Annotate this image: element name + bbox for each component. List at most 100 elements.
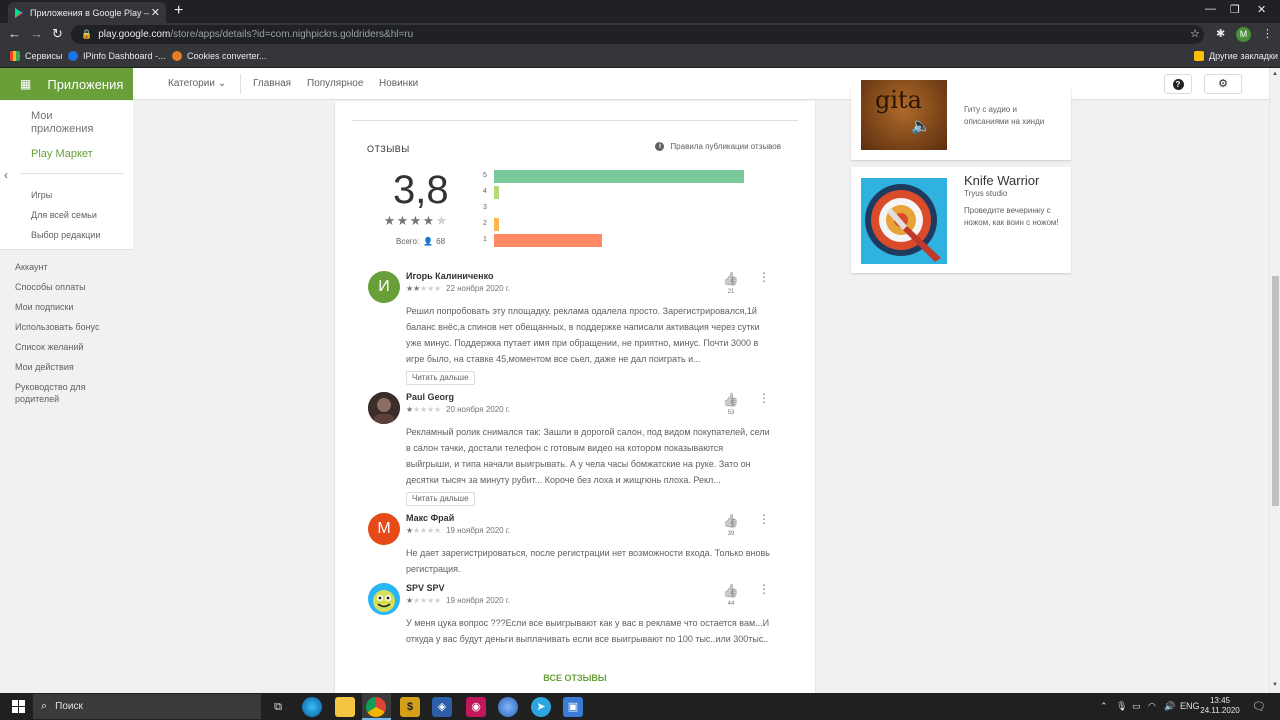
profile-avatar[interactable]: M [1236, 27, 1251, 42]
app-title[interactable]: Knife Warrior [964, 173, 1039, 188]
new-tab-button[interactable]: + [174, 2, 183, 20]
review-menu-icon[interactable]: ⋮ [758, 392, 770, 404]
url-path: /store/apps/details?id=com.nighpickrs.go… [170, 29, 414, 40]
review-date: 20 ноября 2020 г. [446, 405, 510, 414]
browser-tab[interactable]: Приложения в Google Play – Go ✕ [8, 2, 166, 23]
chrome-profile-icon[interactable] [498, 697, 518, 717]
reviewer-avatar: И [368, 271, 400, 303]
browser-tab-bar: Приложения в Google Play – Go ✕ + — ❐ ✕ [0, 0, 1280, 23]
bookmark-other[interactable]: Другие закладки [1194, 51, 1278, 61]
review-menu-icon[interactable]: ⋮ [758, 513, 770, 525]
extensions-icon[interactable]: ✱ [1216, 27, 1225, 40]
file-explorer-icon[interactable] [335, 697, 355, 717]
thumbs-up-icon[interactable]: 👍 [722, 392, 740, 408]
close-window-icon[interactable]: ✕ [1257, 3, 1266, 16]
battery-icon[interactable]: ▭ [1132, 701, 1141, 712]
chevron-left-icon[interactable]: ‹ [4, 168, 8, 182]
nav-new[interactable]: Новинки [379, 78, 418, 89]
bookmark-star-icon[interactable]: ☆ [1190, 27, 1200, 40]
volume-icon[interactable]: 🔊 [1164, 701, 1175, 712]
star-icon: ★ [427, 526, 435, 535]
app-icon-blue[interactable]: ▣ [563, 697, 583, 717]
search-icon: ⌕ [41, 700, 48, 712]
page-scrollbar[interactable]: ▲ ▼ [1269, 68, 1280, 693]
sidebar: Мои приложения Play Маркет Игры Для всей… [0, 101, 133, 249]
read-more-button[interactable]: Читать дальше [406, 492, 475, 506]
edge-icon[interactable] [302, 697, 322, 717]
scroll-up-icon[interactable]: ▲ [1272, 71, 1278, 77]
minimize-icon[interactable]: — [1205, 3, 1216, 15]
person-icon: 👤 [423, 237, 434, 246]
taskbar-search[interactable]: ⌕ Поиск [33, 694, 261, 719]
app-thumbnail[interactable] [861, 178, 947, 264]
back-icon[interactable]: ← [8, 26, 21, 42]
star-icon: ★ [413, 596, 421, 605]
app-thumbnail[interactable]: gita 🔈 [861, 80, 947, 150]
task-view-icon[interactable]: ⧉ [268, 697, 288, 717]
sidebar-item-family[interactable]: Для всей семьи [31, 210, 97, 220]
nav-popular[interactable]: Популярное [307, 78, 363, 89]
nav-categories[interactable]: Категории ⌄ [168, 78, 226, 89]
telegram-icon[interactable]: ➤ [531, 697, 551, 717]
sidebar-item-wishlist[interactable]: Список желаний [15, 341, 125, 353]
sidebar-item-parent-guide[interactable]: Руководство для родителей [15, 381, 125, 405]
reload-icon[interactable]: ↻ [52, 26, 63, 42]
virtualbox-icon[interactable]: ◈ [432, 697, 452, 717]
bookmark-cookies[interactable]: Cookies converter... [172, 51, 267, 61]
microphone-icon[interactable]: 🎙 [1116, 701, 1127, 712]
network-icon[interactable]: ◠ [1148, 701, 1156, 712]
review-item: Paul Georg ★ ★ ★ ★ ★ 20 ноября 2020 г. Рекламны… [368, 392, 788, 506]
review-menu-icon[interactable]: ⋮ [758, 271, 770, 283]
language-indicator[interactable]: ENG [1180, 701, 1200, 711]
apps-section-button[interactable]: ▦ Приложения [0, 68, 133, 100]
app-developer[interactable]: Tryus studio [964, 189, 1007, 198]
sidebar-play-market[interactable]: Play Маркет [31, 148, 93, 160]
thumbs-up-icon[interactable]: 👍 [722, 513, 740, 529]
tab-close-icon[interactable]: ✕ [151, 6, 160, 19]
sidebar-item-redeem[interactable]: Использовать бонус [15, 321, 125, 333]
tray-chevron-up-icon[interactable]: ⌃ [1100, 701, 1108, 712]
browser-menu-icon[interactable]: ⋮ [1262, 27, 1273, 40]
scroll-down-icon[interactable]: ▼ [1272, 682, 1278, 688]
app-icon-pink[interactable]: ◉ [466, 697, 486, 717]
nav-home[interactable]: Главная [253, 78, 291, 89]
omnibox[interactable]: 🔒 play.google.com /store/apps/details?id… [71, 25, 1204, 44]
dollar-app-icon[interactable]: $ [400, 697, 420, 717]
settings-button[interactable]: ⚙ [1204, 74, 1242, 94]
sidebar-my-apps[interactable]: Мои приложения [31, 110, 111, 136]
sidebar-item-games[interactable]: Игры [31, 190, 52, 200]
policy-label: Правила публикации отзывов [670, 142, 781, 151]
sidebar-item-subscriptions[interactable]: Мои подписки [15, 301, 125, 313]
app-card-knife-warrior[interactable]: Knife Warrior Tryus studio Проведите веч… [851, 167, 1071, 273]
thumbs-up-icon[interactable]: 👍 [722, 271, 740, 287]
sidebar-item-payment[interactable]: Способы оплаты [15, 281, 125, 293]
review-date: 19 ноября 2020 г. [446, 596, 510, 605]
taskbar-clock[interactable]: 13:45 24.11.2020 [1200, 696, 1240, 716]
read-more-button[interactable]: Читать дальше [406, 371, 475, 385]
all-reviews-button[interactable]: ВСЕ ОТЗЫВЫ [335, 673, 815, 683]
star-icon: ★ [406, 526, 414, 535]
sidebar-item-activity[interactable]: Мои действия [15, 361, 125, 373]
review-policy-link[interactable]: i Правила публикации отзывов [655, 142, 781, 151]
reviewer-avatar [368, 583, 400, 615]
windows-start-icon[interactable] [12, 700, 25, 713]
app-card-gita[interactable]: gita 🔈 Гиту с аудио и описаниями на хинд… [851, 80, 1071, 160]
scrollbar-thumb[interactable] [1272, 276, 1279, 506]
app-description: Гиту с аудио и описаниями на хинди [964, 105, 1045, 126]
clock-time: 13:45 [1209, 696, 1231, 705]
restore-icon[interactable]: ❐ [1230, 3, 1240, 16]
review-menu-icon[interactable]: ⋮ [758, 583, 770, 595]
notifications-icon[interactable]: 🗨 [1252, 700, 1266, 713]
url-host: play.google.com [98, 29, 171, 40]
chrome-icon[interactable] [366, 697, 386, 717]
gear-icon: ⚙ [1218, 78, 1228, 90]
sidebar-item-account[interactable]: Аккаунт [15, 261, 125, 273]
thumbs-up-icon[interactable]: 👍 [722, 583, 740, 599]
windows-taskbar: ⌕ Поиск ⧉ $ ◈ ◉ ➤ ▣ ⌃ 🎙 ▭ ◠ 🔊 ENG 13:45 … [0, 693, 1280, 720]
star-icon: ★ [435, 213, 448, 228]
forward-icon[interactable]: → [30, 26, 43, 42]
bookmark-ipinfo[interactable]: IPinfo Dashboard -... [68, 51, 166, 61]
bookmark-services[interactable]: Сервисы [10, 51, 62, 61]
help-button[interactable]: ? [1164, 74, 1192, 94]
sidebar-item-editors-choice[interactable]: Выбор редакции [31, 230, 100, 240]
